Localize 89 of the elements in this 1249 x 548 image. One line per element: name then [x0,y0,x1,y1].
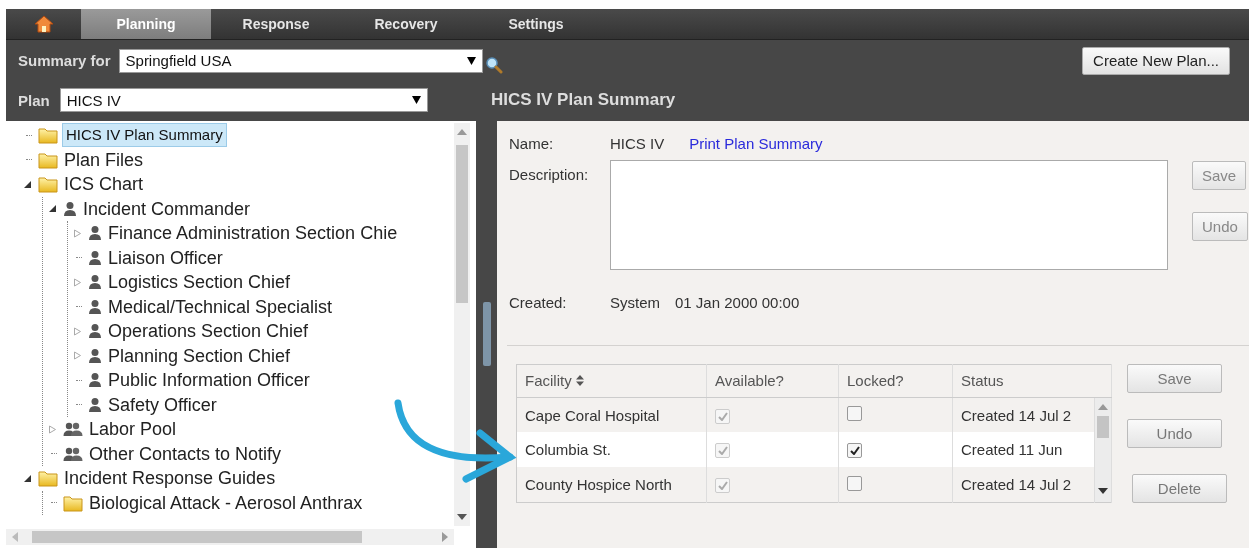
expand-toggle-icon[interactable] [73,326,82,336]
plan-name: HICS IV [610,135,665,152]
splitter-handle[interactable] [482,301,491,366]
tree-item[interactable]: Plan Files [62,148,146,171]
status-cell: Created 14 Jul 2 [961,476,1072,494]
tree-item[interactable]: Finance Administration Section Chie [106,222,400,245]
tree-item[interactable]: HICS IV Plan Summary [62,123,227,148]
scroll-left-icon[interactable] [12,532,18,542]
person-icon [88,372,102,389]
plan-label: Plan [18,91,50,109]
scroll-up-icon[interactable] [457,129,467,135]
person-icon [88,298,102,315]
expand-toggle-icon[interactable] [73,351,82,361]
summary-for-label: Summary for [18,52,111,69]
collapse-toggle-icon[interactable] [23,179,32,189]
horizontal-scrollbar[interactable] [6,529,454,545]
facility-action-button[interactable]: Delete [1132,474,1227,503]
description-label: Description: [509,166,590,183]
scrollbar-thumb[interactable] [1097,415,1109,438]
nav-tab[interactable]: Recovery [341,9,471,39]
scrollbar-thumb[interactable] [32,531,362,543]
tree-item[interactable]: Safety Officer [106,393,219,416]
facility-cell: County Hospice North [516,467,707,503]
tree-item[interactable]: Liaison Officer [106,246,225,269]
expand-toggle-icon[interactable] [73,277,82,287]
plan-dropdown[interactable]: HICS IV [59,88,428,112]
person-icon [88,347,102,364]
locked-checkbox[interactable] [847,475,862,491]
status-cell: Created 14 Jul 2 [961,406,1072,424]
name-label: Name: [509,135,555,152]
column-header[interactable]: Locked? [838,364,953,398]
locked-checkbox[interactable] [847,406,862,422]
created-label: Created: [509,294,568,311]
created-by: System [610,294,660,311]
folder-icon [63,493,83,512]
description-field[interactable] [610,160,1168,270]
scroll-down-icon[interactable] [457,514,467,520]
person-icon [88,396,102,413]
created-date: 01 Jan 2000 00:00 [675,294,800,311]
folder-icon [38,150,58,169]
nav-tab[interactable]: Settings [471,9,601,39]
tree-item[interactable]: Incident Commander [81,197,253,220]
column-header[interactable]: Available? [706,364,839,398]
tree-item[interactable]: Logistics Section Chief [106,271,293,294]
facility-cell: Columbia St. [516,432,707,468]
person-icon [63,200,77,217]
expand-toggle-icon[interactable] [73,228,82,238]
folder-icon [38,126,58,145]
expand-toggle-icon[interactable] [48,424,57,434]
column-header[interactable]: Status [952,364,1112,398]
tree-item[interactable]: Public Information Officer [106,369,312,392]
person-icon [88,274,102,291]
location-dropdown[interactable]: Springfield USA [118,48,483,73]
scrollbar-thumb[interactable] [456,145,468,303]
person-icon [88,225,102,242]
sort-icon[interactable] [575,375,584,387]
tree-item[interactable]: Other Contacts to Notify [87,442,284,465]
person-icon [88,249,102,266]
tree-item[interactable]: Labor Pool [87,418,179,441]
collapse-toggle-icon[interactable] [48,204,57,214]
caret-icon [466,56,476,65]
scroll-right-icon[interactable] [442,532,448,542]
tree-item[interactable]: Incident Response Guides [62,467,278,490]
tree-item[interactable]: Operations Section Chief [106,320,311,343]
scroll-up-icon[interactable] [1098,403,1108,410]
tree-item[interactable]: ICS Chart [62,173,146,196]
group-icon [63,445,83,462]
status-cell: Created 11 Jun [961,441,1063,459]
folder-icon [38,175,58,194]
group-icon [63,421,83,438]
panel-title: HICS IV Plan Summary [490,89,677,111]
create-new-plan-button[interactable]: Create New Plan... [1082,46,1230,75]
search-icon[interactable] [484,55,503,74]
tree-item[interactable]: Medical/Technical Specialist [106,295,335,318]
column-header[interactable]: Facility [516,364,707,398]
facility-action-button[interactable]: Save [1127,364,1222,393]
print-plan-summary-link[interactable]: Print Plan Summary [689,135,823,152]
scroll-down-icon[interactable] [1098,488,1108,494]
nav-tab[interactable]: Response [211,9,341,39]
locked-checkbox[interactable] [847,443,862,459]
caret-icon [411,96,421,104]
tree-item[interactable]: Planning Section Chief [106,344,293,367]
collapse-toggle-icon[interactable] [23,473,32,483]
folder-icon [38,469,58,488]
home-icon[interactable] [33,14,54,34]
facility-action-button[interactable]: Undo [1127,419,1222,448]
tree-item[interactable]: Biological Attack - Aerosol Anthrax [87,491,365,514]
vertical-scrollbar[interactable] [454,123,470,526]
person-icon [88,323,102,340]
